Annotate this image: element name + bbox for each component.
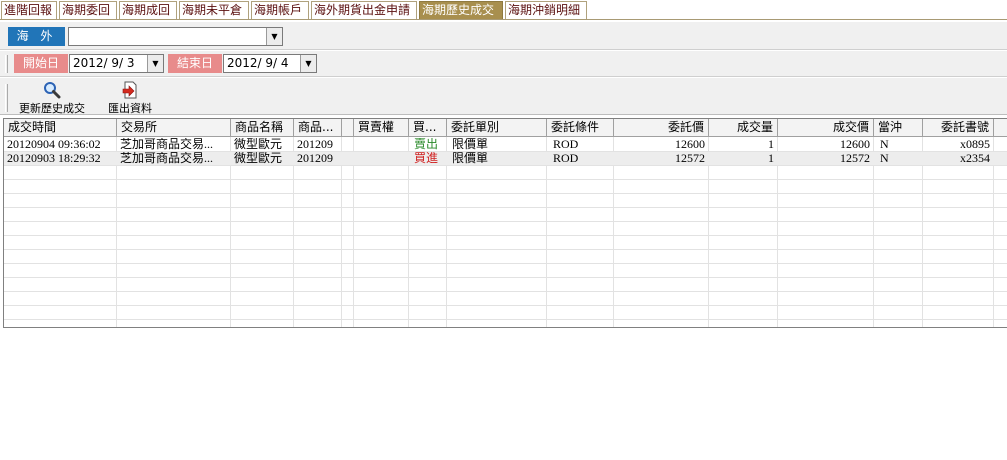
tab-overseas-account[interactable]: 海期帳戶 xyxy=(251,1,309,19)
order-condition-cell: ROD xyxy=(553,138,579,151)
empty-row xyxy=(4,194,1007,208)
export-data-label: 匯出資料 xyxy=(108,102,152,115)
order-type-cell: 限價單 xyxy=(452,152,489,165)
tab-advanced-report[interactable]: 進階回報 xyxy=(1,1,57,19)
fill-qty-cell: 1 xyxy=(768,152,774,165)
empty-row xyxy=(4,264,1007,278)
chevron-down-icon[interactable]: ▼ xyxy=(147,55,163,72)
start-date-value: 2012/ 9/ 3 xyxy=(73,56,135,70)
market-filter-row: 海 外 ▼ xyxy=(0,22,1007,50)
col-day-trade[interactable]: 當沖 xyxy=(874,119,923,137)
start-date-picker[interactable]: 2012/ 9/ 3 ▼ xyxy=(69,54,164,73)
toolbar-grip xyxy=(5,55,8,73)
order-number-cell: x2354 xyxy=(960,152,990,165)
col-product-name[interactable]: 商品名稱 xyxy=(231,119,294,137)
history-fills-grid: 成交時間 交易所 商品名稱 商品... 買賣權 買... 委託單別 委託條件 委… xyxy=(3,118,1007,328)
empty-row xyxy=(4,222,1007,236)
col-order-number[interactable]: 委託書號 xyxy=(923,119,994,137)
side-cell: 賣出 xyxy=(414,138,439,151)
call-put-cell xyxy=(354,138,409,152)
market-select[interactable]: ▼ xyxy=(68,27,283,46)
tab-overseas-orders[interactable]: 海期委回 xyxy=(59,1,117,19)
tab-overseas-withdrawal[interactable]: 海外期貨出金申請 xyxy=(311,1,417,19)
action-toolbar: 更新歷史成交 匯出資料 xyxy=(0,78,1007,115)
fill-qty-cell: 1 xyxy=(768,138,774,151)
end-date-value: 2012/ 9/ 4 xyxy=(227,56,289,70)
export-document-icon xyxy=(122,81,137,99)
fill-price-cell: 12600 xyxy=(840,138,870,151)
col-fill-qty[interactable]: 成交量 xyxy=(709,119,778,137)
table-row[interactable]: 20120903 18:29:32 芝加哥商品交易... 微型歐元 201209… xyxy=(4,152,1007,166)
col-exchange[interactable]: 交易所 xyxy=(117,119,231,137)
col-fill-time[interactable]: 成交時間 xyxy=(4,119,117,137)
blank-cell xyxy=(342,138,354,152)
magnifier-icon xyxy=(44,82,61,99)
refresh-history-label: 更新歷史成交 xyxy=(19,102,85,115)
tab-overseas-history-fills[interactable]: 海期歷史成交 xyxy=(419,1,503,19)
tab-overseas-open-positions[interactable]: 海期未平倉 xyxy=(179,1,249,19)
empty-row xyxy=(4,306,1007,320)
product-name-cell: 微型歐元 xyxy=(234,152,283,165)
empty-row xyxy=(4,278,1007,292)
order-price-cell: 12572 xyxy=(675,152,705,165)
col-order-type[interactable]: 委託單別 xyxy=(447,119,547,137)
date-range-row: 開始日 2012/ 9/ 3 ▼ 結束日 2012/ 9/ 4 ▼ xyxy=(0,51,1007,77)
end-date-label: 結束日 xyxy=(168,54,222,73)
exchange-cell: 芝加哥商品交易... xyxy=(120,152,214,165)
col-order-price[interactable]: 委託價 xyxy=(614,119,709,137)
order-condition-cell: ROD xyxy=(553,152,579,165)
export-data-button[interactable]: 匯出資料 xyxy=(102,81,158,115)
col-side[interactable]: 買... xyxy=(409,119,447,137)
toolbar-grip xyxy=(5,84,8,112)
fill-price-cell: 12572 xyxy=(840,152,870,165)
col-fill-price[interactable]: 成交價 xyxy=(778,119,874,137)
product-name-cell: 微型歐元 xyxy=(234,138,283,151)
order-number-cell: x0895 xyxy=(960,138,990,151)
col-blank[interactable] xyxy=(342,119,354,137)
day-trade-cell: N xyxy=(880,138,889,151)
day-trade-cell: N xyxy=(880,152,889,165)
report-tab-bar: 進階回報 海期委回 海期成回 海期未平倉 海期帳戶 海外期貨出金申請 海期歷史成… xyxy=(0,0,1007,20)
order-type-cell: 限價單 xyxy=(452,138,489,151)
start-date-label: 開始日 xyxy=(14,54,68,73)
chevron-down-icon[interactable]: ▼ xyxy=(300,55,316,72)
product-code-cell: 201209 xyxy=(297,138,333,151)
empty-row xyxy=(4,236,1007,250)
table-row[interactable]: 20120904 09:36:02 芝加哥商品交易... 微型歐元 201209… xyxy=(4,138,1007,152)
market-label: 海 外 xyxy=(8,27,65,46)
exchange-cell: 芝加哥商品交易... xyxy=(120,138,214,151)
grid-header: 成交時間 交易所 商品名稱 商品... 買賣權 買... 委託單別 委託條件 委… xyxy=(4,119,1007,137)
col-call-put[interactable]: 買賣權 xyxy=(354,119,409,137)
fill-time-cell: 20120904 09:36:02 xyxy=(7,138,101,151)
tab-overseas-offset-details[interactable]: 海期沖銷明細 xyxy=(505,1,587,19)
empty-row xyxy=(4,250,1007,264)
empty-row xyxy=(4,208,1007,222)
tab-overseas-fills[interactable]: 海期成回 xyxy=(119,1,177,19)
empty-row xyxy=(4,166,1007,180)
blank-cell xyxy=(342,152,354,166)
col-product-code[interactable]: 商品... xyxy=(294,119,342,137)
col-order-condition[interactable]: 委託條件 xyxy=(547,119,614,137)
refresh-history-button[interactable]: 更新歷史成交 xyxy=(14,81,90,115)
fill-time-cell: 20120903 18:29:32 xyxy=(7,152,101,165)
end-date-picker[interactable]: 2012/ 9/ 4 ▼ xyxy=(223,54,317,73)
chevron-down-icon[interactable]: ▼ xyxy=(266,28,282,45)
order-price-cell: 12600 xyxy=(675,138,705,151)
side-cell: 買進 xyxy=(414,152,439,165)
call-put-cell xyxy=(354,152,409,166)
product-code-cell: 201209 xyxy=(297,152,333,165)
empty-row xyxy=(4,180,1007,194)
empty-row xyxy=(4,292,1007,306)
